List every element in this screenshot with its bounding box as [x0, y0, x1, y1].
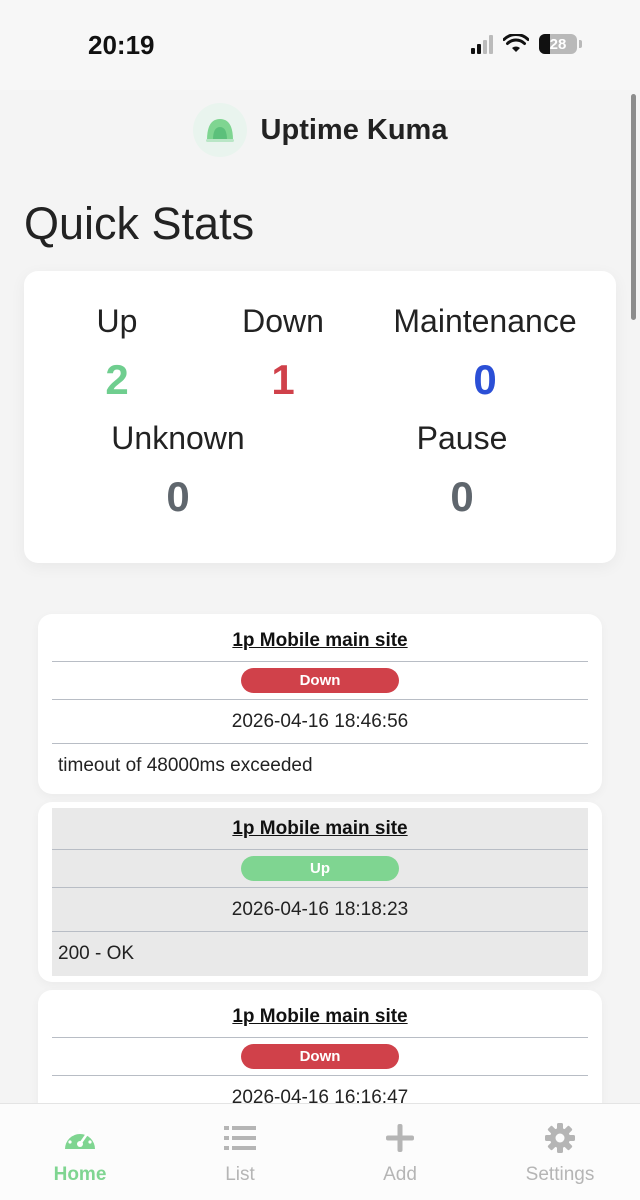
heartbeat-time: 2026-04-16 16:16:47 [52, 1076, 588, 1104]
cellular-signal-icon [471, 34, 493, 54]
battery-icon: 28 [539, 34, 577, 54]
stat-pause-label: Pause [416, 420, 508, 456]
tab-home-label: Home [53, 1164, 107, 1185]
stat-pause: Pause 0 [362, 420, 562, 521]
tab-add-label: Add [383, 1164, 417, 1185]
stat-up: Up 2 [60, 303, 174, 404]
tab-list[interactable]: List [160, 1104, 320, 1200]
heartbeat-message: 200 - OK [58, 943, 135, 964]
heartbeat-status-row: Down [52, 1038, 588, 1076]
heartbeat-status-row: Down [52, 662, 588, 700]
quick-stats-card: Up 2 Down 1 Maintenance 0 Unknown 0 Paus… [24, 271, 616, 563]
status-badge: Down [241, 668, 399, 693]
heartbeat-time: 2026-04-16 18:46:56 [52, 700, 588, 744]
status-badge: Up [241, 856, 399, 881]
status-time: 20:19 [88, 30, 155, 60]
page-title: Quick Stats [24, 198, 255, 249]
list-icon [223, 1122, 257, 1154]
heartbeat-status-row: Up [52, 850, 588, 888]
heartbeat-content: 1p Mobile main site Up 2026-04-16 18:18:… [52, 808, 588, 976]
page-content[interactable]: Uptime Kuma Quick Stats Up 2 Down 1 Main… [0, 90, 640, 1103]
stat-maintenance-value: 0 [473, 356, 497, 403]
heartbeat-card[interactable]: 1p Mobile main site Up 2026-04-16 18:18:… [38, 802, 602, 982]
heartbeat-time: 2026-04-16 18:18:23 [52, 888, 588, 932]
stat-down-label: Down [242, 303, 324, 339]
stat-up-value: 2 [105, 356, 129, 403]
stat-up-label: Up [96, 303, 138, 339]
status-icons: 28 [471, 34, 582, 54]
heartbeat-monitor-link[interactable]: 1p Mobile main site [52, 620, 588, 662]
status-badge: Down [241, 1044, 399, 1069]
heartbeat-monitor-link[interactable]: 1p Mobile main site [52, 808, 588, 850]
stat-pause-value: 0 [450, 473, 474, 520]
heartbeat-monitor-link[interactable]: 1p Mobile main site [52, 996, 588, 1038]
stat-down: Down 1 [220, 303, 346, 404]
tab-add[interactable]: Add [320, 1104, 480, 1200]
speedometer-icon [63, 1122, 97, 1154]
stat-maintenance: Maintenance 0 [380, 303, 590, 404]
plus-icon [383, 1122, 417, 1154]
heartbeat-card[interactable]: 1p Mobile main site Down 2026-04-16 16:1… [38, 990, 602, 1103]
stat-unknown-label: Unknown [111, 420, 245, 456]
heartbeat-content: 1p Mobile main site Down 2026-04-16 18:4… [52, 620, 588, 788]
tab-settings-label: Settings [525, 1164, 595, 1185]
tab-home[interactable]: Home [0, 1104, 160, 1200]
gear-icon [543, 1122, 577, 1154]
bottom-tab-bar: Home List Add Settings [0, 1103, 640, 1200]
status-bar: 20:19 28 [0, 0, 640, 90]
uptime-kuma-logo-icon [192, 103, 247, 157]
wifi-icon [503, 34, 529, 52]
heartbeat-content: 1p Mobile main site Down 2026-04-16 16:1… [52, 996, 588, 1103]
heartbeat-card[interactable]: 1p Mobile main site Down 2026-04-16 18:4… [38, 614, 602, 794]
stat-unknown-value: 0 [166, 473, 190, 520]
heartbeat-message: timeout of 48000ms exceeded [58, 755, 313, 776]
stat-maintenance-label: Maintenance [393, 303, 577, 339]
stat-unknown: Unknown 0 [78, 420, 278, 521]
battery-tip [579, 40, 582, 48]
stat-down-value: 1 [271, 356, 295, 403]
battery-level: 28 [549, 35, 567, 53]
app-name: Uptime Kuma [260, 113, 448, 146]
tab-list-label: List [225, 1164, 255, 1185]
brand-header: Uptime Kuma [0, 102, 640, 158]
tab-settings[interactable]: Settings [480, 1104, 640, 1200]
